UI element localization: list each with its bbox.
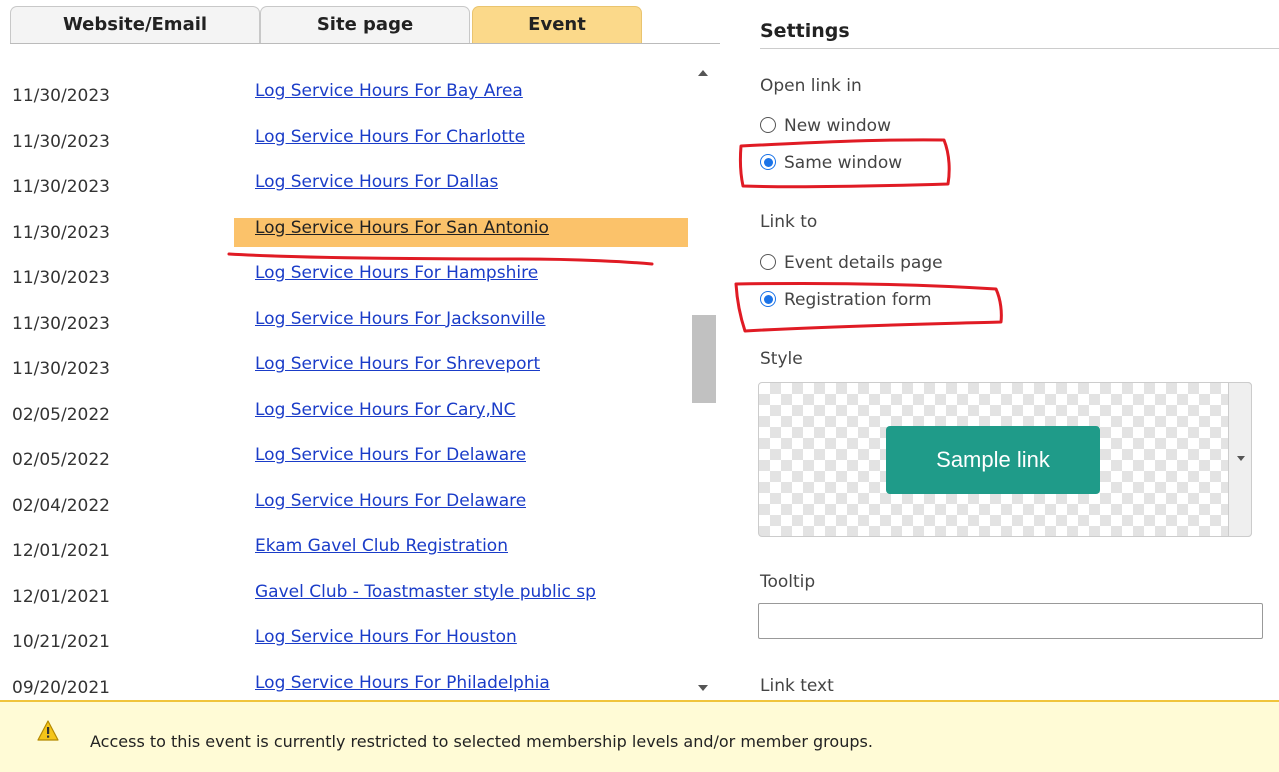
event-date: 11/30/2023 xyxy=(12,268,110,288)
settings-title: Settings xyxy=(760,20,850,42)
radio-button[interactable] xyxy=(760,254,776,270)
event-link[interactable]: Log Service Hours For Philadelphia xyxy=(255,673,550,693)
chevron-down-icon xyxy=(1237,456,1245,461)
tooltip-label: Tooltip xyxy=(760,572,816,592)
event-link[interactable]: Log Service Hours For Hampshire xyxy=(255,263,538,283)
event-date: 11/30/2023 xyxy=(12,313,110,334)
event-row: 11/30/2023 Log Service Hours For Jacksonv… xyxy=(0,290,688,334)
event-date: 10/21/2021 xyxy=(12,632,110,652)
event-date: 11/30/2023 xyxy=(12,177,110,197)
event-link[interactable]: Log Service Hours For Jacksonville xyxy=(255,309,546,329)
event-date: 02/04/2022 xyxy=(12,495,110,516)
event-date: 11/30/2023 xyxy=(12,131,110,152)
warning-icon xyxy=(37,720,59,741)
event-date: 11/30/2023 xyxy=(12,86,110,106)
event-link[interactable]: Log Service Hours For Cary,NC xyxy=(255,400,516,420)
sample-link-button[interactable]: Sample link xyxy=(886,426,1100,494)
event-link[interactable]: Log Service Hours For Shreveport xyxy=(255,354,540,374)
restriction-notice: Access to this event is currently restri… xyxy=(0,700,1279,772)
link-type-tabs: Website/Email Site page Event xyxy=(10,6,720,44)
event-date: 11/30/2023 xyxy=(12,222,110,243)
event-row: 10/21/2021 Log Service Hours For Houston xyxy=(0,608,688,652)
scroll-down-arrow-icon[interactable] xyxy=(698,685,708,691)
style-label: Style xyxy=(760,349,803,369)
radio-button[interactable] xyxy=(760,154,776,170)
event-link[interactable]: Log Service Hours For Delaware xyxy=(255,491,526,511)
notice-message: Access to this event is currently restri… xyxy=(90,732,873,751)
event-row: 11/30/2023 Log Service Hours For Bay Area xyxy=(0,62,688,106)
event-row: 02/04/2022 Log Service Hours For Delaware xyxy=(0,472,688,516)
tab-event[interactable]: Event xyxy=(472,6,642,43)
event-date: 12/01/2021 xyxy=(12,541,110,561)
link-text-label: Link text xyxy=(760,676,834,696)
event-date: 09/20/2021 xyxy=(12,677,110,698)
radio-same-window[interactable]: Same window xyxy=(760,153,902,173)
event-list: 11/30/2023 Log Service Hours For Bay Area… xyxy=(0,62,688,702)
event-row: 11/30/2023 Log Service Hours For Dallas xyxy=(0,153,688,197)
radio-label: New window xyxy=(784,116,891,136)
event-row: 11/30/2023 Log Service Hours For Hampshir… xyxy=(0,244,688,288)
event-link[interactable]: Log Service Hours For San Antonio xyxy=(255,218,549,238)
event-row: 02/05/2022 Log Service Hours For Cary,NC xyxy=(0,381,688,425)
event-row: 11/30/2023 Log Service Hours For San Anto… xyxy=(0,199,688,243)
link-to-label: Link to xyxy=(760,212,818,232)
scrollbar-thumb[interactable] xyxy=(692,315,716,403)
radio-label: Registration form xyxy=(784,290,932,310)
tab-website-email[interactable]: Website/Email xyxy=(10,6,260,43)
radio-label: Same window xyxy=(784,153,903,173)
event-date: 11/30/2023 xyxy=(12,359,110,379)
event-row: 11/30/2023 Log Service Hours For Shrevepo… xyxy=(0,335,688,379)
event-link[interactable]: Log Service Hours For Bay Area xyxy=(255,81,523,101)
event-link[interactable]: Log Service Hours For Houston xyxy=(255,627,517,647)
event-link[interactable]: Ekam Gavel Club Registration xyxy=(255,536,508,556)
event-row: 11/30/2023 Log Service Hours For Charlott… xyxy=(0,108,688,152)
radio-button[interactable] xyxy=(760,291,776,307)
event-row: 12/01/2021 Gavel Club - Toastmaster style… xyxy=(0,563,688,607)
radio-event-details-page[interactable]: Event details page xyxy=(760,253,943,273)
style-dropdown[interactable] xyxy=(1228,382,1252,537)
radio-label: Event details page xyxy=(784,253,943,273)
event-date: 02/05/2022 xyxy=(12,450,110,470)
scroll-up-arrow-icon[interactable] xyxy=(698,70,708,76)
event-row: 12/01/2021 Ekam Gavel Club Registration xyxy=(0,517,688,561)
tab-site-page[interactable]: Site page xyxy=(260,6,470,43)
event-link[interactable]: Gavel Club - Toastmaster style public sp xyxy=(255,582,596,602)
event-row: 02/05/2022 Log Service Hours For Delaware xyxy=(0,426,688,470)
event-link[interactable]: Log Service Hours For Delaware xyxy=(255,445,526,465)
event-link[interactable]: Log Service Hours For Charlotte xyxy=(255,127,525,147)
event-date: 02/05/2022 xyxy=(12,404,110,425)
radio-button[interactable] xyxy=(760,117,776,133)
event-link[interactable]: Log Service Hours For Dallas xyxy=(255,172,498,192)
event-row: 09/20/2021 Log Service Hours For Philadel… xyxy=(0,654,688,698)
open-link-in-label: Open link in xyxy=(760,76,862,96)
settings-divider xyxy=(760,48,1279,49)
event-list-scrollbar[interactable] xyxy=(690,62,718,702)
event-date: 12/01/2021 xyxy=(12,586,110,607)
radio-new-window[interactable]: New window xyxy=(760,116,891,136)
radio-registration-form[interactable]: Registration form xyxy=(760,290,932,310)
tooltip-input[interactable] xyxy=(758,603,1263,639)
